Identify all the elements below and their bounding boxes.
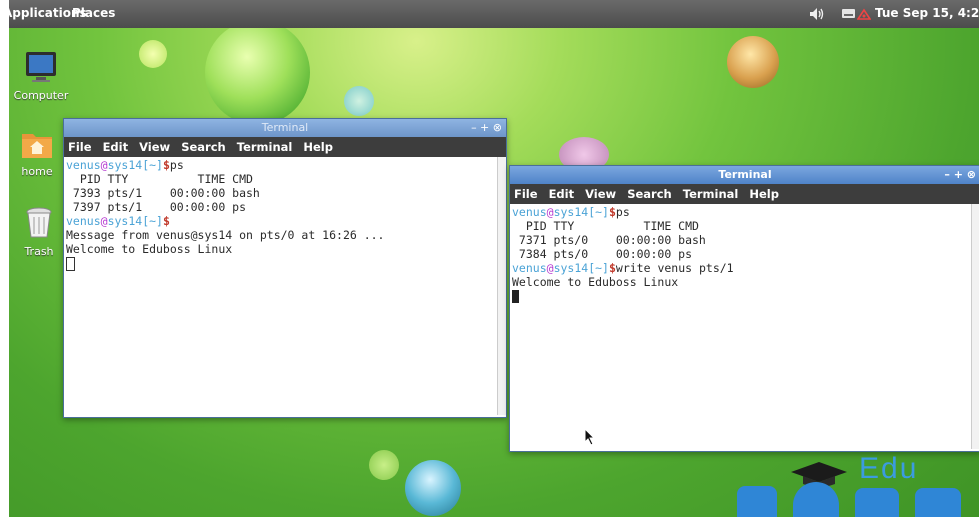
keyboard-icon[interactable] [842,9,855,18]
prompt: venus@sys14[~]$ [512,261,616,275]
welcome-line: Welcome to Eduboss Linux [66,242,233,256]
menu-bar: File Edit View Search Terminal Help [64,137,506,157]
titlebar[interactable]: Terminal – + ⊗ [510,166,979,184]
window-controls[interactable]: – + ⊗ [471,119,502,137]
desktop[interactable]: Applications Places Tue Sep 15, 4:27 PM … [9,0,979,517]
menu-terminal[interactable]: Terminal [237,140,293,154]
menu-edit[interactable]: Edit [549,187,575,201]
eduboss-logo: Edu [733,452,979,517]
ps-row: 7393 pts/1 00:00:00 bash [66,186,260,200]
menu-edit[interactable]: Edit [103,140,129,154]
logo-letter-block [855,488,899,517]
scrollbar[interactable] [971,204,979,449]
bubble-decoration [727,36,779,88]
menu-view[interactable]: View [139,140,170,154]
message-line: Message from venus@sys14 on pts/0 at 16:… [66,228,385,242]
terminal-output[interactable]: venus@sys14[~]$ps PID TTY TIME CMD 7393 … [64,157,506,415]
bubble-decoration [369,450,399,480]
ps-header: PID TTY TIME CMD [66,172,253,186]
command-text: ps [169,158,184,172]
terminal-window-left[interactable]: Terminal – + ⊗ File Edit View Search Ter… [63,118,507,418]
computer-label: Computer [13,89,69,102]
computer-desktop-icon[interactable]: Computer [11,50,71,102]
home-folder-icon [22,134,52,158]
text-cursor [66,256,75,271]
ps-row: 7397 pts/1 00:00:00 ps [66,200,247,214]
titlebar[interactable]: Terminal – + ⊗ [64,119,506,137]
command-text: write venus pts/1 [615,261,734,275]
command-text: ps [615,205,630,219]
menu-help[interactable]: Help [303,140,333,154]
prompt: venus@sys14[~]$ [66,158,170,172]
window-controls[interactable]: – + ⊗ [944,166,976,184]
prompt: venus@sys14[~]$ [512,205,616,219]
trash-desktop-icon[interactable]: Trash [9,204,69,258]
network-icon[interactable] [857,8,871,20]
menu-search[interactable]: Search [181,140,226,154]
scrollbar[interactable] [497,157,506,415]
prompt: venus@sys14[~]$ [66,214,170,228]
window-title: Terminal [261,121,309,134]
top-panel: Applications Places Tue Sep 15, 4:27 PM [9,0,979,28]
logo-letter-block [737,486,777,517]
terminal-output[interactable]: venus@sys14[~]$ps PID TTY TIME CMD 7371 … [510,204,979,449]
menu-file[interactable]: File [514,187,538,201]
bubble-decoration [344,86,374,116]
welcome-line: Welcome to Eduboss Linux [512,275,679,289]
home-label: home [21,165,53,178]
speaker-icon[interactable] [809,7,825,21]
trash-label: Trash [24,245,54,258]
text-cursor [512,290,519,303]
bubble-decoration [205,20,310,125]
menu-search[interactable]: Search [627,187,672,201]
places-menu[interactable]: Places [72,6,115,20]
home-desktop-icon[interactable]: home [9,128,67,178]
ps-row: 7371 pts/0 00:00:00 bash [512,233,706,247]
menu-terminal[interactable]: Terminal [683,187,739,201]
menu-help[interactable]: Help [749,187,779,201]
logo-letter-block [915,488,961,517]
bubble-decoration [405,460,461,516]
ps-row: 7384 pts/0 00:00:00 ps [512,247,693,261]
menu-view[interactable]: View [585,187,616,201]
monitor-icon [26,52,56,82]
window-title: Terminal [718,168,772,181]
clock[interactable]: Tue Sep 15, 4:27 PM [875,6,979,20]
menu-file[interactable]: File [68,140,92,154]
logo-text: Edu [859,452,919,485]
terminal-window-right[interactable]: Terminal – + ⊗ File Edit View Search Ter… [509,165,979,452]
mouse-pointer-icon [584,428,596,446]
ps-header: PID TTY TIME CMD [512,219,699,233]
trash-icon [26,207,52,238]
menu-bar: File Edit View Search Terminal Help [510,184,979,204]
bubble-decoration [139,40,167,68]
